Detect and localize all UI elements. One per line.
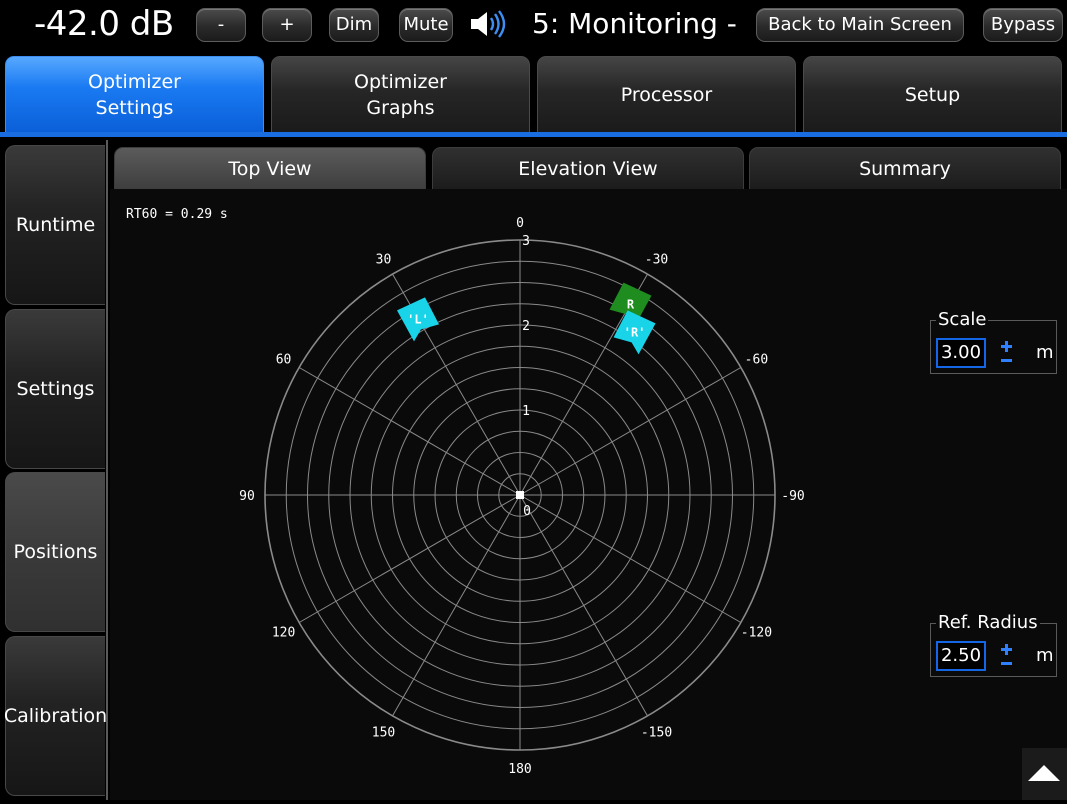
angle-label: 0	[516, 216, 524, 231]
angle-label: -90	[781, 489, 804, 504]
tab-optimizer-settings[interactable]: Optimizer Settings	[5, 56, 264, 133]
angle-label: 180	[508, 762, 531, 777]
center-radius-label: 0	[523, 504, 531, 519]
speaker-marker[interactable]: 'L'	[397, 297, 439, 342]
triangle-up-icon	[1028, 765, 1060, 781]
speaker-label: 'R'	[624, 325, 646, 339]
speaker-marker[interactable]: 'R'	[613, 310, 656, 355]
side-item-positions[interactable]: Positions	[5, 472, 105, 632]
side-divider	[106, 140, 108, 800]
speaker-volume-icon[interactable]	[468, 9, 508, 39]
angle-label: -60	[745, 353, 768, 368]
tab-top-view[interactable]: Top View	[114, 147, 426, 189]
grid-spoke	[298, 494, 521, 623]
plus-minus-icon[interactable]	[998, 643, 1016, 669]
angle-label: 150	[372, 725, 395, 740]
volume-down-button[interactable]: -	[196, 8, 246, 42]
grid-spoke	[519, 367, 742, 496]
plus-minus-icon[interactable]	[998, 340, 1016, 366]
angle-label: -30	[645, 253, 668, 268]
radius-label: 3	[522, 234, 530, 249]
dim-button[interactable]: Dim	[329, 8, 379, 42]
scroll-up-button[interactable]	[1022, 748, 1067, 800]
angle-label: 60	[276, 353, 292, 368]
grid-spoke	[392, 494, 521, 717]
radius-label: 2	[522, 319, 530, 334]
tab-summary[interactable]: Summary	[749, 147, 1061, 189]
speaker-label: R	[627, 298, 635, 312]
tab-optimizer-graphs[interactable]: Optimizer Graphs	[271, 56, 530, 133]
angle-label: -120	[741, 626, 772, 641]
volume-up-button[interactable]: +	[262, 8, 312, 42]
ref-radius-label: Ref. Radius	[936, 612, 1040, 633]
side-item-runtime[interactable]: Runtime	[5, 145, 105, 305]
grid-spoke	[298, 367, 521, 496]
scale-unit: m	[1036, 342, 1054, 363]
grid-spoke	[519, 494, 742, 623]
mute-button[interactable]: Mute	[399, 8, 453, 42]
preset-title: 5: Monitoring -	[532, 7, 737, 40]
polar-plot[interactable]: 0-30-60-90-120-1501801501209060301230R'R…	[200, 210, 840, 790]
radius-label: 1	[522, 404, 530, 419]
side-item-settings[interactable]: Settings	[5, 309, 105, 469]
tab-elevation-view[interactable]: Elevation View	[432, 147, 744, 189]
grid-spoke	[519, 494, 648, 717]
angle-label: 120	[272, 626, 295, 641]
angle-label: -150	[641, 725, 672, 740]
listener-marker	[516, 491, 524, 499]
angle-label: 90	[239, 489, 255, 504]
tab-setup[interactable]: Setup	[803, 56, 1062, 133]
ref-radius-input[interactable]: 2.50	[936, 641, 986, 671]
speaker-label: 'L'	[407, 312, 429, 326]
scale-label: Scale	[936, 309, 989, 330]
angle-label: 30	[376, 253, 392, 268]
level-readout: -42.0 dB	[34, 4, 174, 44]
tab-processor[interactable]: Processor	[537, 56, 796, 133]
back-to-main-button[interactable]: Back to Main Screen	[756, 8, 964, 42]
side-item-calibration[interactable]: Calibration	[4, 636, 107, 796]
bypass-button[interactable]: Bypass	[983, 8, 1063, 42]
ref-radius-unit: m	[1036, 645, 1054, 666]
tab-underline	[0, 132, 1067, 137]
scale-input[interactable]: 3.00	[936, 338, 986, 368]
